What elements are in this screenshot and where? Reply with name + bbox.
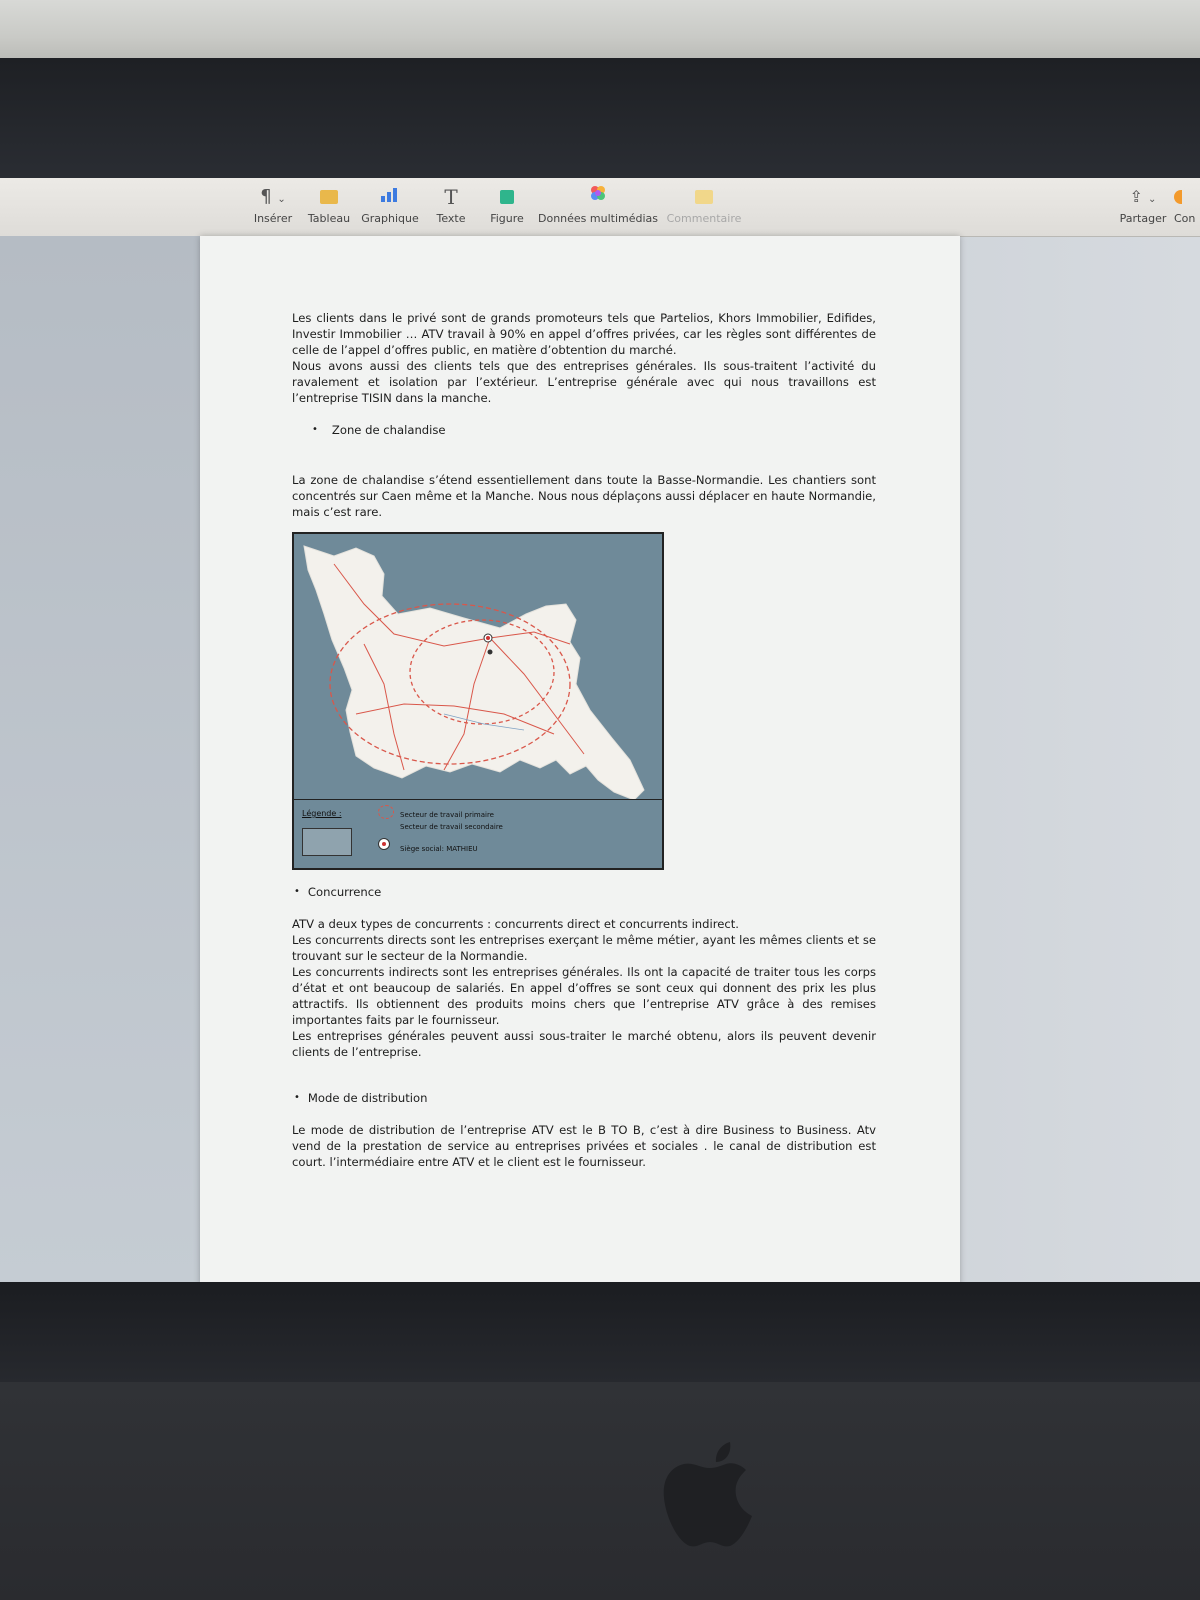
- map-drawing: [303, 545, 645, 801]
- comment-icon: [664, 184, 744, 210]
- chart-icon: [360, 184, 420, 210]
- paragraph-types-concurrents: ATV a deux types de concurrents : concur…: [292, 917, 739, 931]
- comment-button[interactable]: Commentaire: [664, 184, 744, 225]
- shape-button[interactable]: Figure: [486, 184, 528, 225]
- share-icon: ⇪ ⌄: [1129, 187, 1157, 206]
- text-button[interactable]: T Texte: [430, 184, 472, 225]
- paragraph-zone-chalandise: La zone de chalandise s’étend essentiell…: [292, 473, 876, 519]
- table-icon: [306, 184, 352, 210]
- bullet-icon: •: [294, 1092, 300, 1103]
- toolbar: ¶ ⌄ Insérer Tableau Graphique T Texte Fi…: [0, 178, 1200, 237]
- media-button[interactable]: Données multimédias: [538, 184, 658, 225]
- paragraph-icon: ¶ ⌄: [260, 186, 286, 207]
- bullet-label: Mode de distribution: [307, 1091, 428, 1105]
- media-icon: [538, 184, 658, 210]
- insert-button[interactable]: ¶ ⌄ Insérer: [250, 184, 296, 225]
- table-button[interactable]: Tableau: [306, 184, 352, 225]
- share-button[interactable]: ⇪ ⌄ Partager: [1118, 184, 1168, 225]
- window-background: [0, 0, 1200, 62]
- apple-logo-icon: [663, 1442, 752, 1547]
- paragraph-concurrents-directs: Les concurrents directs sont les entrepr…: [292, 933, 876, 963]
- shape-icon: [486, 184, 528, 210]
- legend-title: Légende :: [302, 809, 342, 818]
- bullet-concurrence: • Concurrence: [294, 884, 876, 900]
- monitor-bezel-top: [0, 58, 1200, 178]
- chart-button[interactable]: Graphique: [360, 184, 420, 225]
- headquarters-icon: [378, 838, 390, 850]
- screen: ¶ ⌄ Insérer Tableau Graphique T Texte Fi…: [0, 178, 1200, 1282]
- paragraph-mode-distribution: Le mode de distribution de l’entreprise …: [292, 1123, 876, 1169]
- bullet-label: Zone de chalandise: [331, 423, 446, 437]
- paragraph-concurrents-indirects: Les concurrents indirects sont les entre…: [292, 965, 876, 1027]
- scale-icon: [302, 828, 352, 856]
- document-body: Les clients dans le privé sont de grands…: [292, 310, 876, 1170]
- bullet-icon: •: [312, 424, 318, 435]
- paragraph-entreprises-generales: Nous avons aussi des clients tels que de…: [292, 359, 876, 405]
- paragraph-clients-prives: Les clients dans le privé sont de grands…: [292, 311, 876, 357]
- monitor-chin: [0, 1382, 1200, 1600]
- map-legend: Légende : Secteur de travail primaire Se…: [294, 799, 662, 868]
- legend-secondary: Secteur de travail secondaire: [400, 823, 503, 831]
- bullet-mode-distribution: • Mode de distribution: [294, 1090, 876, 1106]
- paragraph-sous-traitance: Les entreprises générales peuvent aussi …: [292, 1029, 876, 1059]
- primary-zone-icon: [378, 805, 394, 819]
- legend-headquarters: Siège social: MATHIEU: [400, 845, 478, 853]
- bullet-label: Concurrence: [307, 885, 382, 899]
- collaborate-button[interactable]: Con: [1174, 184, 1200, 225]
- left-pane: [0, 236, 200, 1282]
- monitor-bezel-bottom: [0, 1282, 1200, 1382]
- zone-map-image: Légende : Secteur de travail primaire Se…: [292, 532, 664, 870]
- document-page[interactable]: Les clients dans le privé sont de grands…: [200, 236, 960, 1282]
- collaborate-icon: [1174, 184, 1200, 210]
- bullet-icon: •: [294, 886, 300, 897]
- text-icon: T: [444, 185, 458, 209]
- bullet-zone-chalandise: • Zone de chalandise: [312, 422, 876, 438]
